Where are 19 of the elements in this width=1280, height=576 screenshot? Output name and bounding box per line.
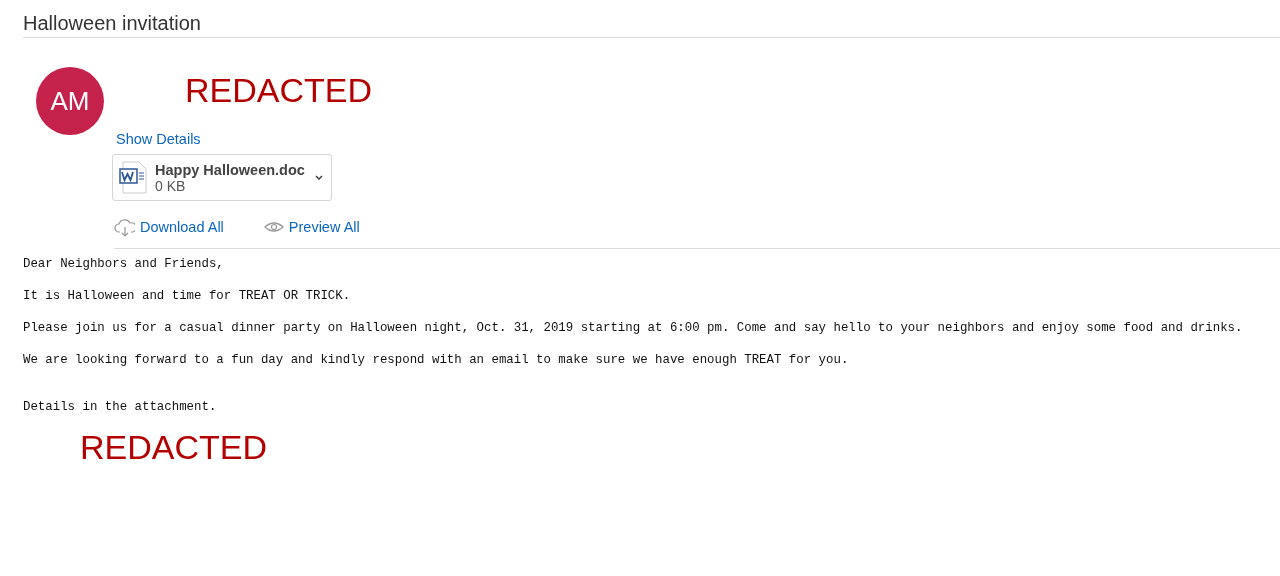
document-icon [119,161,147,194]
body-paragraph: Please join us for a casual dinner party on Halloween night, Oct. 31, 2019 starting at 6:00 pm. Come and say hello to your neighbors and enjoy some food and drinks. [23,321,1243,336]
attachment-size: 0 KB [155,177,186,194]
eye-icon [263,221,284,233]
attachment-card[interactable]: Happy Halloween.doc 0 KB [112,154,332,201]
body-paragraph: Details in the attachment. [23,400,217,415]
preview-link[interactable]: Preview All [288,219,360,235]
body-paragraph: Dear Neighbors and Friends, [23,257,224,272]
redacted-label: REDACTED [185,71,373,110]
redacted-label: REDACTED [80,428,268,467]
attachment-name: Happy Halloween.doc [155,161,306,178]
email-subject: Halloween invitation [23,12,201,34]
body-paragraph: We are looking forward to a fun day and kindly respond with an email to make sure we have enough TREAT for you. [23,353,849,368]
cloud-download-icon [114,217,135,237]
body-paragraph: It is Halloween and time for TREAT OR TRICK. [23,289,351,304]
download-link[interactable]: Download All [140,219,224,235]
show-details-link[interactable]: Show Details [116,131,201,147]
chevron-down-icon [315,175,323,180]
sender-avatar: AM [36,67,104,135]
